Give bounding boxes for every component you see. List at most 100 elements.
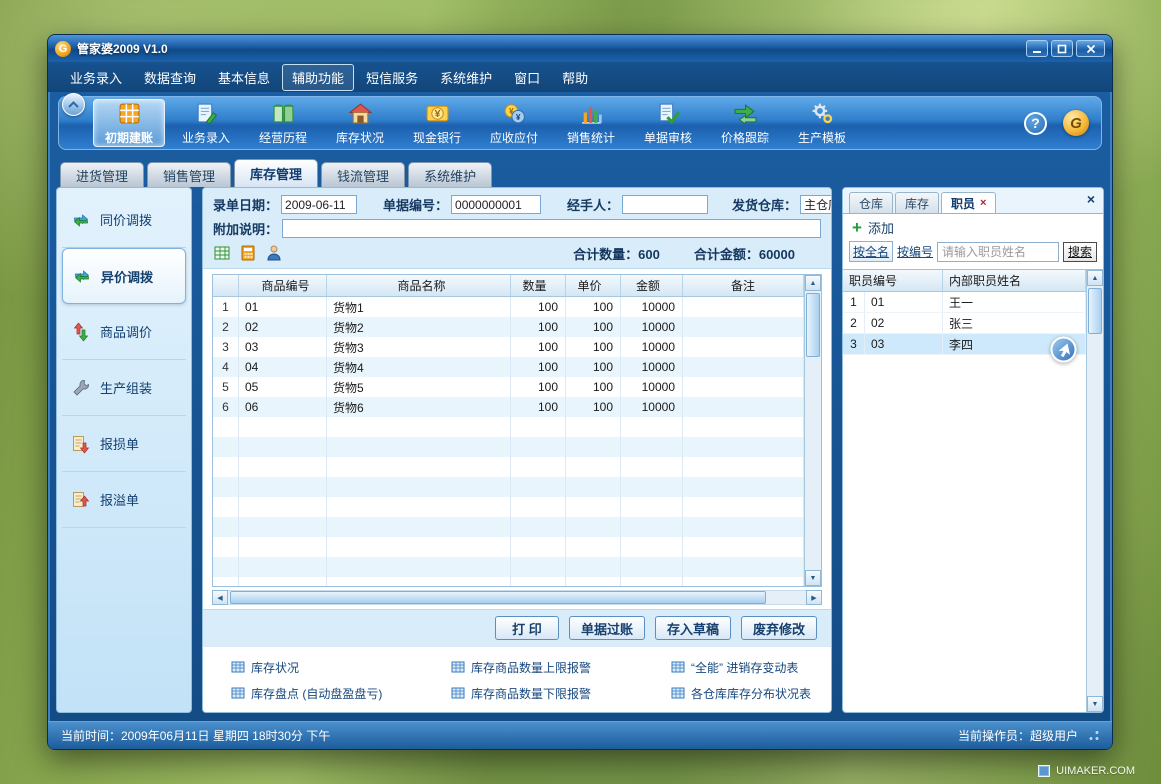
table-row[interactable]: 303货物310010010000: [213, 337, 804, 357]
toolbar-collapse-button[interactable]: [62, 93, 85, 116]
sidebar-item-goods-repricing[interactable]: 商品调价: [62, 304, 186, 360]
scroll-track[interactable]: [228, 590, 806, 605]
toolbar-button-inventory-status[interactable]: 库存状况: [324, 99, 396, 147]
menu-item-sms-service[interactable]: 短信服务: [356, 64, 428, 91]
tab-purchase-mgmt[interactable]: 进货管理: [60, 162, 144, 187]
table-row-empty[interactable]: [213, 517, 804, 537]
table-row[interactable]: 101货物110010010000: [213, 297, 804, 317]
toolbar-button-doc-audit[interactable]: 单据审核: [632, 99, 704, 147]
table-row-empty[interactable]: [213, 557, 804, 577]
close-button[interactable]: [1076, 40, 1105, 57]
tab-inventory-mgmt[interactable]: 库存管理: [234, 159, 318, 187]
post-document-button[interactable]: 单据过账: [569, 616, 645, 640]
table-cell: [566, 417, 621, 437]
staff-vertical-scrollbar[interactable]: ▲ ▼: [1086, 270, 1103, 712]
table-row[interactable]: 606货物610010010000: [213, 397, 804, 417]
menu-item-system-maintenance[interactable]: 系统维护: [430, 64, 502, 91]
scroll-right-icon[interactable]: ▶: [806, 590, 822, 605]
save-draft-button[interactable]: 存入草稿: [655, 616, 731, 640]
table-tool-icon[interactable]: [213, 244, 231, 262]
date-input[interactable]: [281, 195, 357, 214]
warehouse-input[interactable]: [800, 195, 832, 214]
help-button[interactable]: ?: [1024, 112, 1047, 135]
link-qty-lower-limit-alert[interactable]: 库存商品数量下限报警: [423, 685, 643, 702]
table-row-empty[interactable]: [213, 437, 804, 457]
tab-system-maintenance[interactable]: 系统维护: [408, 162, 492, 187]
link-almighty-flow-report[interactable]: “全能” 进销存变动表: [643, 659, 831, 676]
calculator-icon[interactable]: [239, 244, 257, 262]
toolbar-button-initial-setup[interactable]: 初期建账: [93, 99, 165, 147]
table-row-empty[interactable]: [213, 577, 804, 586]
toolbar-button-receivable-payable[interactable]: ¥¥ 应收应付: [478, 99, 550, 147]
toolbar-button-price-tracking[interactable]: 价格跟踪: [709, 99, 781, 147]
scroll-down-icon[interactable]: ▼: [805, 570, 821, 586]
scroll-up-icon[interactable]: ▲: [1087, 270, 1103, 286]
scroll-track[interactable]: [1087, 286, 1103, 696]
toolbar-button-sales-stats[interactable]: 销售统计: [555, 99, 627, 147]
toolbar-button-business-entry[interactable]: 业务录入: [170, 99, 242, 147]
sidebar-item-overflow-report[interactable]: 报溢单: [62, 472, 186, 528]
scroll-down-icon[interactable]: ▼: [1087, 696, 1103, 712]
note-input[interactable]: [282, 219, 821, 238]
filter-by-code-button[interactable]: 按编号: [897, 243, 933, 260]
minimize-button[interactable]: [1026, 40, 1048, 57]
table-row-empty[interactable]: [213, 537, 804, 557]
lookup-tab-warehouse[interactable]: 仓库: [849, 192, 893, 213]
scroll-left-icon[interactable]: ◀: [212, 590, 228, 605]
lookup-tab-inventory[interactable]: 库存: [895, 192, 939, 213]
staff-row[interactable]: 202张三: [843, 313, 1086, 334]
table-row[interactable]: 202货物210010010000: [213, 317, 804, 337]
sidebar-item-loss-report[interactable]: 报损单: [62, 416, 186, 472]
menu-item-business-entry[interactable]: 业务录入: [60, 64, 132, 91]
resize-grip[interactable]: [1088, 730, 1099, 741]
sidebar-item-diff-price-transfer[interactable]: 异价调拨: [62, 248, 186, 304]
table-row-empty[interactable]: [213, 477, 804, 497]
scroll-thumb[interactable]: [230, 591, 766, 604]
doc-no-input[interactable]: [451, 195, 541, 214]
add-staff-button[interactable]: + 添加: [843, 214, 1103, 241]
items-horizontal-scrollbar[interactable]: ◀ ▶: [212, 590, 822, 605]
tab-cashflow-mgmt[interactable]: 钱流管理: [321, 162, 405, 187]
print-button[interactable]: 打 印: [495, 616, 559, 640]
menu-item-window[interactable]: 窗口: [504, 64, 550, 91]
header-note: 备注: [683, 275, 804, 296]
tab-close-icon[interactable]: ×: [980, 198, 986, 209]
table-row-empty[interactable]: [213, 497, 804, 517]
toolbar-button-operation-history[interactable]: 经营历程: [247, 99, 319, 147]
filter-by-fullname-button[interactable]: 按全名: [849, 241, 893, 262]
menu-item-aux-functions[interactable]: 辅助功能: [282, 64, 354, 91]
maximize-button[interactable]: [1051, 40, 1073, 57]
scroll-thumb[interactable]: [806, 293, 820, 357]
menu-item-data-query[interactable]: 数据查询: [134, 64, 206, 91]
search-button[interactable]: 搜索: [1063, 242, 1097, 262]
staff-row[interactable]: 101王一: [843, 292, 1086, 313]
tab-sales-mgmt[interactable]: 销售管理: [147, 162, 231, 187]
table-row[interactable]: 505货物510010010000: [213, 377, 804, 397]
table-row-empty[interactable]: [213, 457, 804, 477]
link-warehouse-distribution-report[interactable]: 各仓库库存分布状况表: [643, 685, 831, 702]
toolbar-button-production-template[interactable]: 生产模板: [786, 99, 858, 147]
handler-input[interactable]: [622, 195, 708, 214]
scroll-up-icon[interactable]: ▲: [805, 275, 821, 291]
staff-search-input[interactable]: [937, 242, 1059, 262]
sidebar-item-production-assembly[interactable]: 生产组装: [62, 360, 186, 416]
person-icon[interactable]: [265, 244, 283, 262]
scroll-track[interactable]: [805, 291, 821, 570]
table-row[interactable]: 404货物410010010000: [213, 357, 804, 377]
toolbar-button-cash-bank[interactable]: ¥ 现金银行: [401, 99, 473, 147]
discard-changes-button[interactable]: 废弃修改: [741, 616, 817, 640]
table-cell: 3: [213, 337, 239, 357]
menu-item-basic-info[interactable]: 基本信息: [208, 64, 280, 91]
link-inventory-status[interactable]: 库存状况: [203, 659, 423, 676]
sidebar-item-same-price-transfer[interactable]: 同价调拨: [62, 192, 186, 248]
toolbar-button-label: 库存状况: [336, 129, 384, 146]
scroll-thumb[interactable]: [1088, 288, 1102, 334]
link-stocktaking[interactable]: 库存盘点 (自动盘盈盘亏): [203, 685, 423, 702]
table-row-empty[interactable]: [213, 417, 804, 437]
link-qty-upper-limit-alert[interactable]: 库存商品数量上限报警: [423, 659, 643, 676]
total-amount: 合计金额：60000: [694, 244, 795, 263]
panel-close-icon[interactable]: ×: [1087, 191, 1095, 207]
items-vertical-scrollbar[interactable]: ▲ ▼: [804, 275, 821, 586]
lookup-tab-staff[interactable]: 职员 ×: [941, 192, 996, 213]
menu-item-help[interactable]: 帮助: [552, 64, 598, 91]
